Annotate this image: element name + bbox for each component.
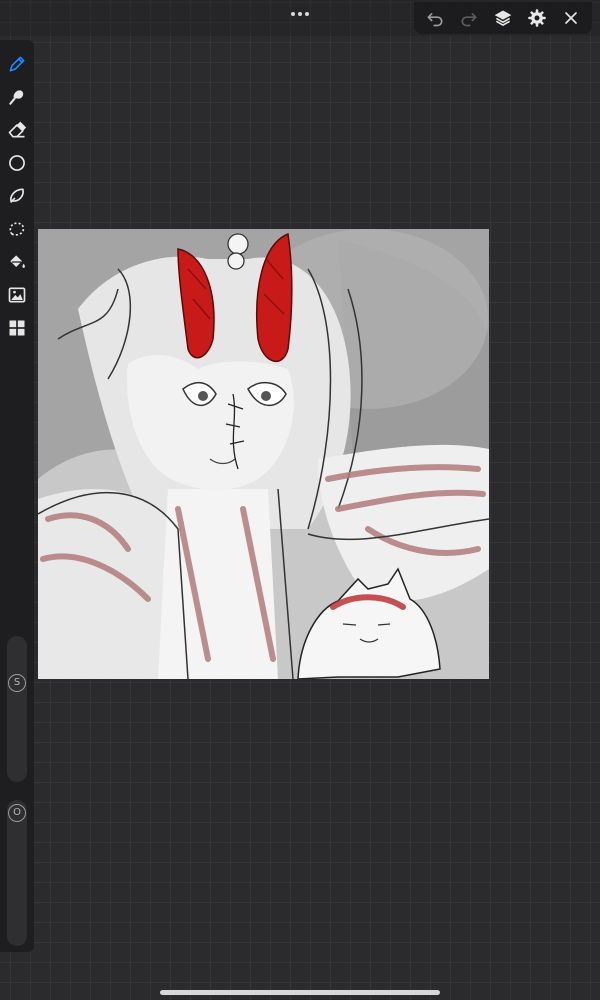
drawing-canvas[interactable]: [38, 229, 489, 679]
shape-tool[interactable]: [5, 151, 29, 175]
smudge-tool[interactable]: [5, 85, 29, 109]
undo-button[interactable]: [422, 5, 448, 31]
shape-icon: [9, 155, 25, 171]
ellipsis-icon: [291, 12, 309, 16]
selection-icon: [9, 222, 25, 236]
undo-icon: [427, 13, 443, 27]
selection-tool[interactable]: [5, 217, 29, 241]
gear-icon: [528, 9, 546, 27]
fill-bucket-tool[interactable]: [5, 250, 29, 274]
redo-icon: [461, 13, 477, 27]
image-import-icon: [8, 287, 26, 303]
close-icon: [565, 12, 577, 24]
fill-bucket-icon: [10, 255, 25, 268]
brush-opacity-slider[interactable]: O: [7, 800, 27, 946]
layers-icon: [494, 10, 512, 27]
smudge-icon: [9, 90, 24, 105]
home-indicator[interactable]: [160, 990, 440, 995]
redo-button[interactable]: [456, 5, 482, 31]
close-button[interactable]: [558, 5, 584, 31]
adjustments-icon: [9, 320, 25, 336]
lasso-freehand-tool[interactable]: [5, 184, 29, 208]
layers-button[interactable]: [490, 5, 516, 31]
brush-icon: [9, 56, 25, 72]
top-toolbar: [414, 2, 592, 34]
lasso-freehand-icon: [10, 188, 24, 203]
eraser-tool[interactable]: [5, 118, 29, 142]
eraser-icon: [8, 121, 27, 138]
more-menu-button[interactable]: [284, 4, 316, 24]
artwork: [38, 229, 489, 679]
adjustments-tool[interactable]: [5, 316, 29, 340]
size-slider-knob[interactable]: S: [8, 674, 26, 692]
brush-tool[interactable]: [5, 52, 29, 76]
drawing-app: S O: [0, 0, 600, 1000]
brush-size-slider[interactable]: S: [7, 636, 27, 782]
settings-button[interactable]: [524, 5, 550, 31]
image-import-tool[interactable]: [5, 283, 29, 307]
opacity-slider-knob[interactable]: O: [8, 804, 26, 822]
side-toolbar: S O: [0, 40, 34, 952]
